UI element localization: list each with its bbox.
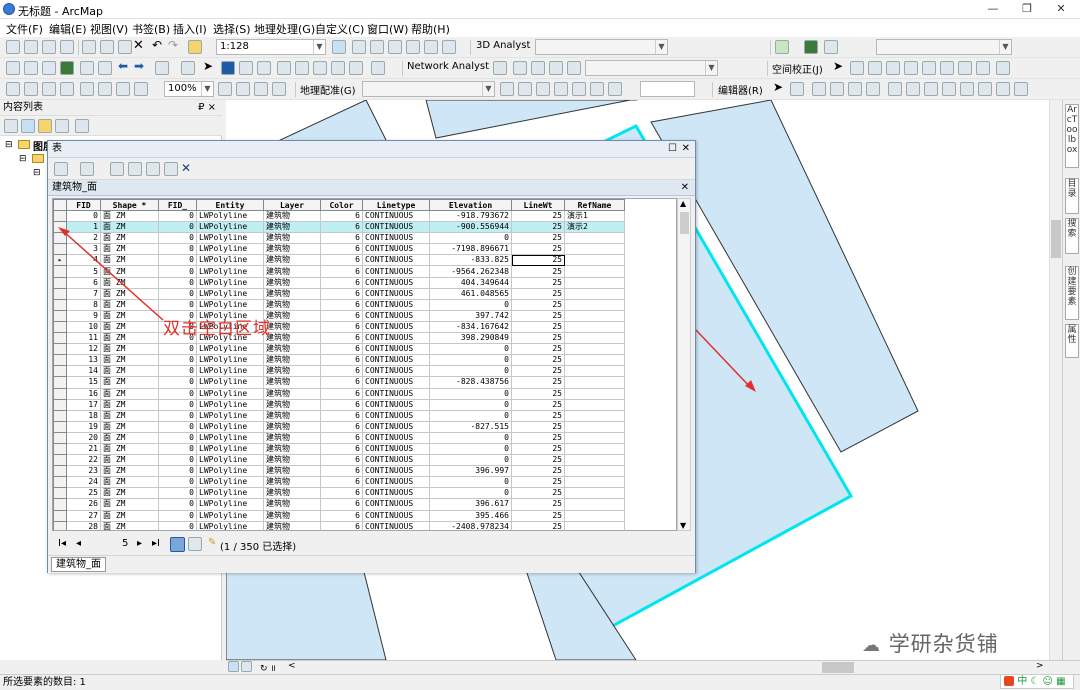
watermark-text: 学研杂货铺 xyxy=(888,632,999,656)
annotation-text: 双击空白区域 xyxy=(163,319,271,339)
annotation-arrow-line xyxy=(62,230,164,321)
wechat-icon: ☁ xyxy=(862,635,881,656)
watermark: ☁ 学研杂货铺 xyxy=(862,628,999,658)
annotation-overlay xyxy=(58,227,164,321)
